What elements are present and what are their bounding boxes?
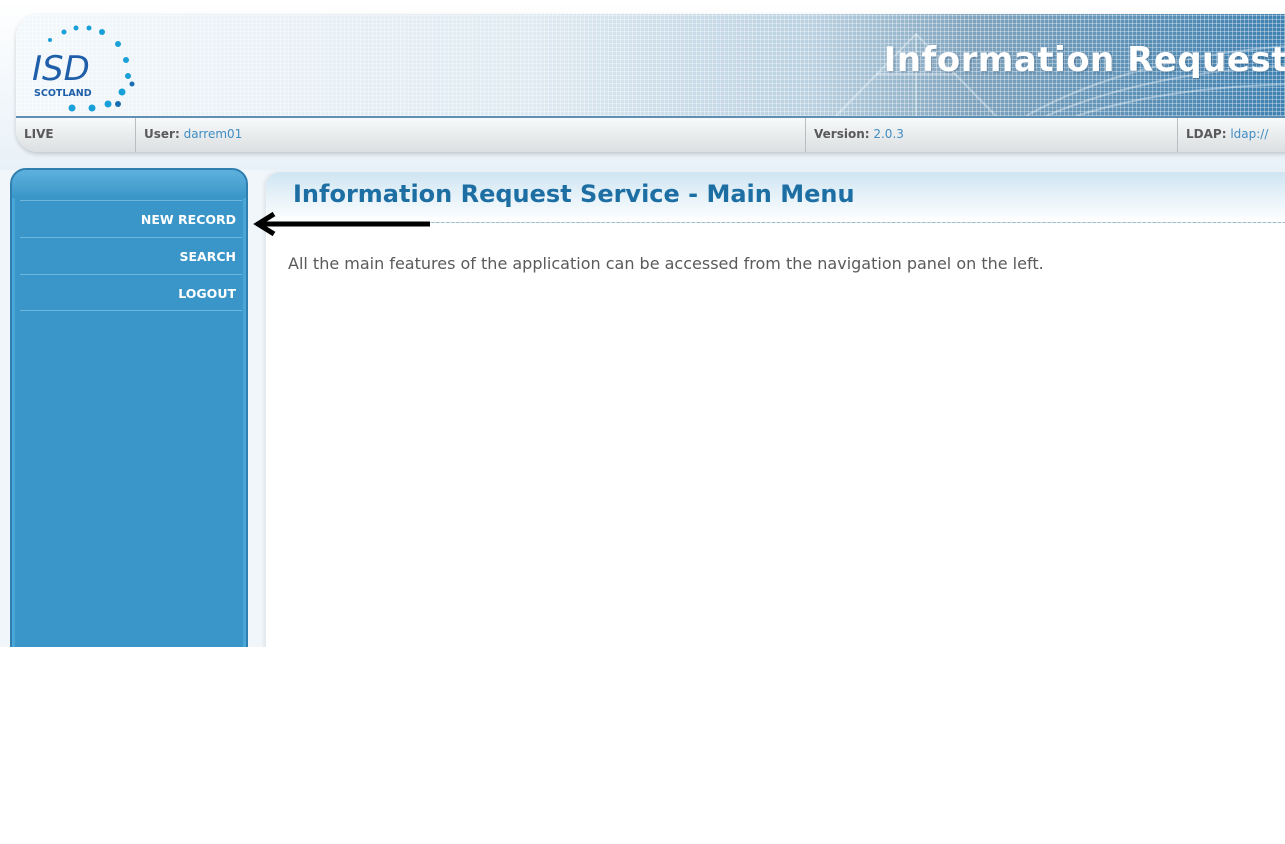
user-label: User: [144, 127, 180, 141]
user-cell: User: darrem01 [136, 118, 806, 152]
navigation-panel: NEW RECORD SEARCH LOGOUT [10, 168, 248, 647]
logo-text: ISD [32, 49, 90, 89]
nav-list: NEW RECORD SEARCH LOGOUT [20, 200, 242, 311]
version-value: 2.0.3 [873, 127, 904, 141]
nav-item-search[interactable]: SEARCH [20, 237, 242, 274]
arrow-annotation-icon [253, 211, 430, 237]
header-banner: ISD SCOTLAND Information Request [16, 14, 1285, 118]
header: ISD SCOTLAND Information Request LIVE Us… [16, 14, 1285, 152]
app-window: ISD SCOTLAND Information Request LIVE Us… [0, 0, 1285, 647]
user-value: darrem01 [183, 127, 243, 141]
main-content: Information Request Service - Main Menu … [266, 172, 1285, 647]
page-title: Information Request Service - Main Menu [293, 180, 855, 208]
isd-scotland-logo: ISD SCOTLAND [32, 25, 135, 112]
nav-item-logout[interactable]: LOGOUT [20, 274, 242, 311]
ldap-label: LDAP: [1186, 127, 1227, 141]
nav-item-new-record[interactable]: NEW RECORD [20, 200, 242, 237]
intro-text: All the main features of the application… [288, 254, 1044, 273]
ldap-value: ldap:// [1230, 127, 1269, 141]
environment-label: LIVE [24, 127, 54, 141]
ldap-cell: LDAP: ldap:// [1178, 118, 1285, 152]
version-label: Version: [814, 127, 870, 141]
status-bar: LIVE User: darrem01 Version: 2.0.3 LDAP:… [16, 118, 1285, 152]
version-cell: Version: 2.0.3 [806, 118, 1178, 152]
app-title: Information Request [883, 40, 1285, 80]
logo-subtext: SCOTLAND [34, 88, 92, 99]
navigation-panel-cap [12, 170, 246, 198]
environment-cell: LIVE [16, 118, 136, 152]
